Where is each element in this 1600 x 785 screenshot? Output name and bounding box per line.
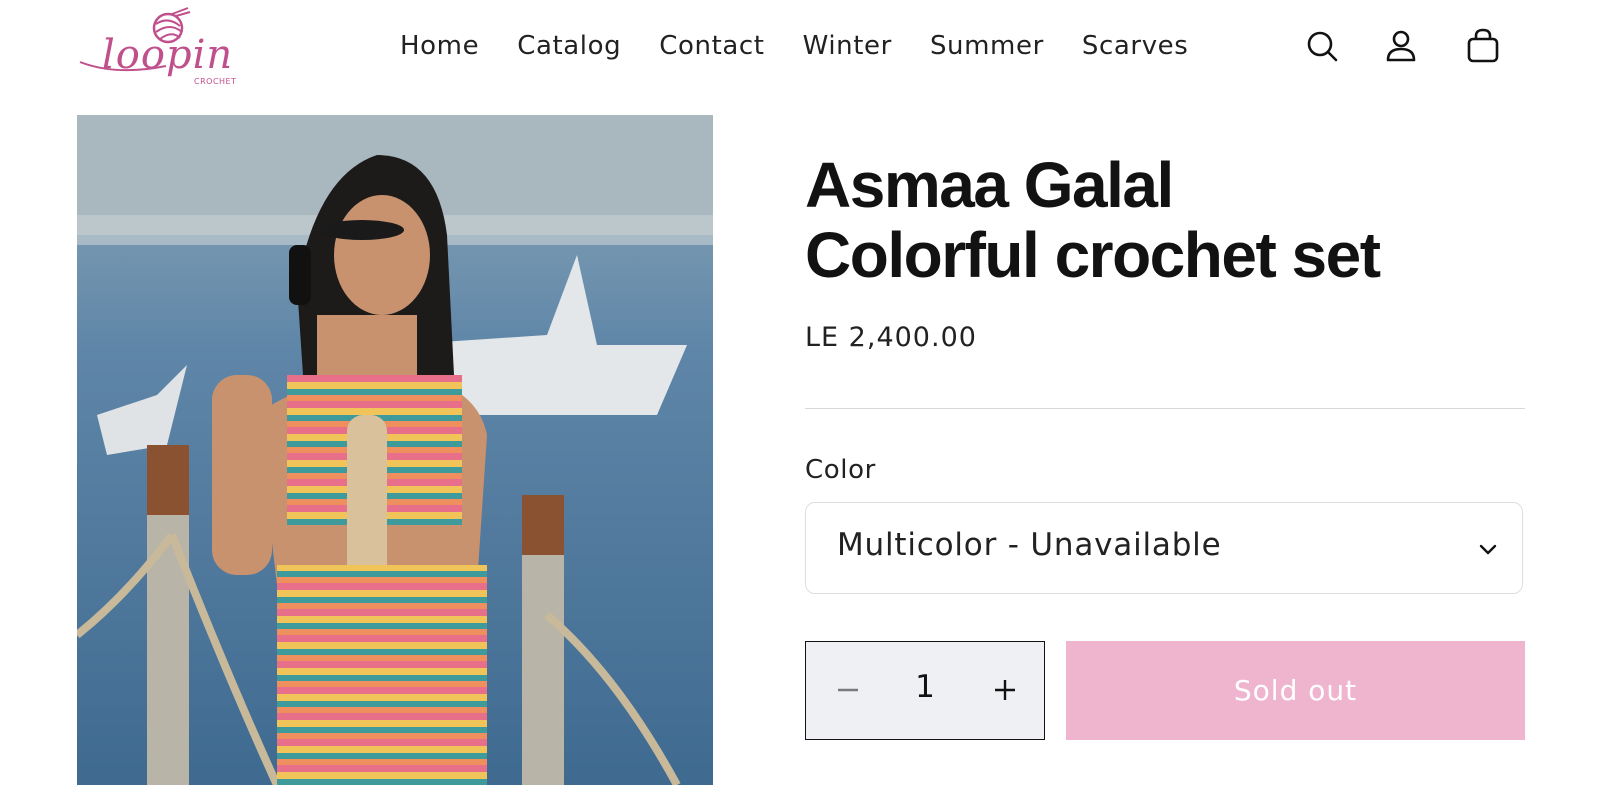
product-price: LE 2,400.00 xyxy=(805,322,977,353)
color-select-value: Multicolor - Unavailable xyxy=(837,527,1222,563)
color-label: Color xyxy=(805,455,876,485)
account-icon[interactable] xyxy=(1381,26,1421,66)
sold-out-button[interactable]: Sold out xyxy=(1066,641,1525,740)
nav-winter[interactable]: Winter xyxy=(803,28,892,64)
divider xyxy=(805,408,1525,409)
product-photo xyxy=(77,115,713,785)
product-title-line2: Colorful crochet set xyxy=(805,219,1381,291)
product-title-line1: Asmaa Galal xyxy=(805,149,1174,221)
product-info: Asmaa Galal Colorful crochet set xyxy=(805,150,1525,290)
nav-contact[interactable]: Contact xyxy=(659,28,764,64)
brand-logo[interactable]: loopin CROCHET xyxy=(76,6,252,92)
plus-icon xyxy=(995,680,1015,700)
product-title: Asmaa Galal Colorful crochet set xyxy=(805,150,1525,290)
quantity-stepper: 1 xyxy=(805,641,1045,740)
logo-wordmark: loopin xyxy=(102,32,234,78)
cart-icon[interactable] xyxy=(1463,26,1503,66)
quantity-increase-button[interactable] xyxy=(987,672,1023,708)
color-select[interactable]: Multicolor - Unavailable xyxy=(805,502,1523,594)
product-image[interactable] xyxy=(77,115,713,785)
logo-subtitle: CROCHET xyxy=(194,77,237,86)
chevron-down-icon xyxy=(1479,544,1497,555)
nav-home[interactable]: Home xyxy=(400,28,479,64)
nav-summer[interactable]: Summer xyxy=(930,28,1044,64)
nav-scarves[interactable]: Scarves xyxy=(1082,28,1189,64)
main-nav: Home Catalog Contact Winter Summer Scarv… xyxy=(400,28,1226,64)
search-icon[interactable] xyxy=(1302,26,1342,66)
site-header: loopin CROCHET Home Catalog Contact Wint… xyxy=(0,0,1600,100)
nav-catalog[interactable]: Catalog xyxy=(517,28,621,64)
